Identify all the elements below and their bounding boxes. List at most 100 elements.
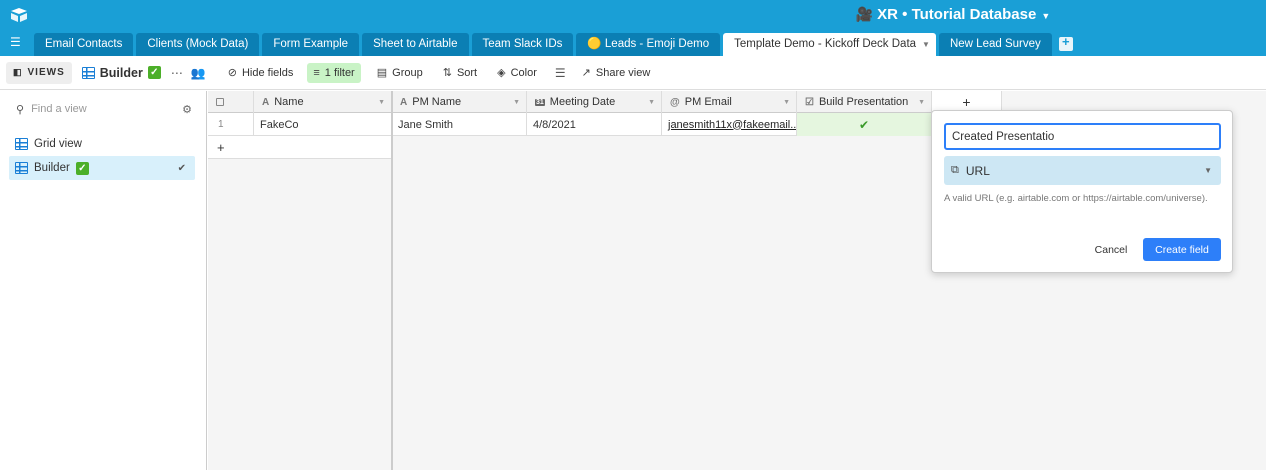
views-sidebar: ⚲ Find a view ⚙ Grid view Builder ✓ ✔ [0, 91, 207, 470]
group-icon: ▤ [376, 67, 388, 79]
tab-leads-emoji-demo[interactable]: 🟡 Leads - Emoji Demo [576, 33, 721, 56]
chevron-down-icon[interactable]: ▼ [378, 99, 385, 106]
chevron-down-icon: ▼ [1041, 11, 1051, 21]
grid-header: A Name ▼ A PM Name ▼ 31 Meeting Date ▼ @… [208, 91, 1002, 113]
find-view-search[interactable]: ⚲ Find a view ⚙ [16, 102, 192, 116]
link-icon: ⧉ [951, 164, 959, 176]
cancel-button[interactable]: Cancel [1084, 239, 1138, 261]
share-view-label: Share view [595, 66, 651, 79]
add-row-icon[interactable]: + [208, 136, 392, 159]
text-field-icon: A [262, 96, 270, 108]
chevron-down-icon: ▼ [1204, 166, 1212, 175]
checkmark-icon: ✔ [177, 162, 186, 174]
chevron-down-icon[interactable]: ▼ [783, 99, 790, 106]
sidebar-toggle-icon: ◧ [13, 67, 23, 77]
color-button[interactable]: ◈ Color [493, 63, 541, 83]
row-height-icon[interactable]: ☰ [555, 66, 566, 80]
tab-team-slack-ids[interactable]: Team Slack IDs [471, 33, 574, 56]
eye-slash-icon: ⊘ [227, 67, 237, 79]
cell-pm-email[interactable]: janesmith11x@fakeemail.... [662, 113, 797, 136]
tab-template-demo-kickoff-deck-data[interactable]: Template Demo - Kickoff Deck Data ▼ [723, 33, 936, 56]
base-title[interactable]: 🎥 XR • Tutorial Database ▼ [0, 6, 1266, 23]
view-toolbar: ◧ VIEWS Builder ✓ ⋯ 👥 ⊘ Hide fields ≡ 1 … [0, 56, 1266, 90]
sort-button[interactable]: ⇅ Sort [439, 63, 481, 83]
tab-new-lead-survey[interactable]: New Lead Survey [938, 33, 1052, 56]
collaborators-icon[interactable]: 👥 [191, 66, 206, 80]
chevron-down-icon[interactable]: ▼ [918, 99, 925, 106]
cell-pm-name[interactable]: Jane Smith [392, 113, 527, 136]
create-field-button[interactable]: Create field [1143, 238, 1221, 261]
find-view-placeholder: Find a view [31, 103, 87, 115]
current-view-name[interactable]: Builder ✓ [81, 66, 161, 80]
cell-build-presentation[interactable]: ✔ [797, 113, 932, 136]
tab-form-example[interactable]: Form Example [262, 33, 360, 56]
tab-label: Template Demo - Kickoff Deck Data [734, 38, 917, 50]
tab-label: Sheet to Airtable [373, 38, 458, 50]
sidebar-item-label: Builder [34, 162, 70, 174]
calendar-icon: 31 [535, 98, 545, 106]
tab-label: Email Contacts [45, 38, 123, 50]
gear-icon[interactable]: ⚙ [182, 103, 192, 116]
grid-view-icon [15, 138, 28, 150]
sidebar-item-builder[interactable]: Builder ✓ ✔ [9, 156, 195, 180]
chevron-down-icon[interactable]: ▼ [513, 99, 520, 106]
text-field-icon: A [400, 96, 408, 108]
filter-label: 1 filter [324, 66, 355, 79]
sort-label: Sort [456, 66, 478, 79]
tab-sheet-to-airtable[interactable]: Sheet to Airtable [362, 33, 469, 56]
check-mark-emoji-icon: ✓ [147, 66, 161, 79]
sidebar-item-grid-view[interactable]: Grid view [9, 132, 195, 156]
add-table-icon[interactable] [1058, 34, 1073, 51]
tab-label: 🟡 Leads - Emoji Demo [587, 38, 710, 50]
sidebar-item-label: Grid view [34, 138, 82, 150]
chevron-down-icon[interactable]: ▼ [648, 99, 655, 106]
search-icon: ⚲ [16, 103, 25, 116]
camera-emoji-icon: 🎥 [855, 6, 874, 22]
cell-name[interactable]: FakeCo [254, 113, 392, 136]
tab-label: Form Example [273, 38, 349, 50]
field-type-label: URL [965, 163, 990, 178]
column-header-name[interactable]: A Name ▼ [254, 91, 392, 113]
sort-icon: ⇅ [442, 67, 452, 79]
views-label: VIEWS [27, 67, 65, 78]
cell-meeting-date[interactable]: 4/8/2021 [527, 113, 662, 136]
field-type-description: A valid URL (e.g. airtable.com or https:… [944, 193, 1208, 204]
share-icon: ↗ [581, 67, 591, 79]
filter-icon: ≡ [313, 66, 320, 79]
add-row-button[interactable]: + [208, 136, 392, 159]
column-label: Name [274, 96, 304, 108]
tab-label: New Lead Survey [949, 38, 1041, 50]
select-all-header[interactable] [208, 91, 254, 113]
check-mark-emoji-icon: ✓ [75, 161, 89, 175]
add-column-label: + [962, 94, 971, 110]
checkbox-field-icon: ☑ [805, 96, 814, 108]
hide-fields-button[interactable]: ⊘ Hide fields [224, 63, 298, 83]
field-type-select[interactable]: ⧉ URL ▼ [944, 156, 1221, 185]
column-label: Meeting Date [549, 96, 616, 108]
tab-email-contacts[interactable]: Email Contacts [34, 33, 134, 56]
share-view-button[interactable]: ↗ Share view [578, 63, 655, 83]
tab-clients-mock-data[interactable]: Clients (Mock Data) [136, 33, 260, 56]
column-header-meeting-date[interactable]: 31 Meeting Date ▼ [527, 91, 662, 113]
top-bar: 🎥 XR • Tutorial Database ▼ ☰ Email Contact… [0, 0, 1266, 56]
chevron-down-icon[interactable]: ▼ [922, 40, 930, 49]
more-options-icon[interactable]: ⋯ [171, 66, 183, 80]
hamburger-menu-icon[interactable]: ☰ [10, 35, 21, 49]
field-name-input[interactable] [944, 123, 1221, 150]
column-label: Build Presentation [818, 96, 909, 108]
views-toggle-button[interactable]: ◧ VIEWS [6, 61, 72, 84]
frozen-column-divider[interactable] [391, 91, 393, 470]
table-tabs: Email Contacts Clients (Mock Data) Form … [34, 33, 1073, 56]
create-field-popover: ⧉ URL ▼ A valid URL (e.g. airtable.com o… [931, 110, 1233, 273]
checkbox-icon[interactable] [216, 98, 224, 106]
paint-bucket-icon: ◈ [497, 67, 506, 79]
grid-view-icon [15, 162, 28, 174]
column-header-build-presentation[interactable]: ☑ Build Presentation ▼ [797, 91, 932, 113]
group-button[interactable]: ▤ Group [373, 63, 427, 83]
column-header-pm-email[interactable]: @ PM Email ▼ [662, 91, 797, 113]
filter-button[interactable]: ≡ 1 filter [307, 62, 361, 83]
hide-fields-label: Hide fields [241, 66, 294, 79]
row-number: 1 [208, 113, 254, 136]
table-row[interactable]: 1 FakeCo Jane Smith 4/8/2021 janesmith11… [208, 113, 932, 136]
column-header-pm-name[interactable]: A PM Name ▼ [392, 91, 527, 113]
